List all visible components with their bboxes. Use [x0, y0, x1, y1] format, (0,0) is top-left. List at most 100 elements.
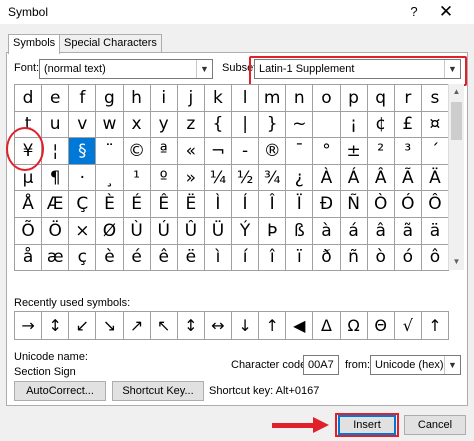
- recent-symbol-cell[interactable]: ↓: [232, 312, 260, 340]
- symbol-cell[interactable]: ¹: [123, 164, 151, 192]
- symbol-cell[interactable]: Ü: [204, 217, 232, 245]
- symbol-cell[interactable]: É: [123, 191, 151, 218]
- symbol-cell[interactable]: È: [96, 191, 124, 218]
- symbol-cell[interactable]: á: [340, 217, 368, 245]
- symbol-cell[interactable]: ï: [286, 244, 314, 272]
- tab-special-characters[interactable]: Special Characters: [59, 34, 162, 52]
- symbol-cell[interactable]: e: [42, 85, 70, 112]
- symbol-cell[interactable]: ¶: [42, 164, 70, 192]
- recent-symbol-cell[interactable]: ↗: [123, 312, 151, 340]
- symbol-cell[interactable]: ò: [367, 244, 395, 272]
- symbol-cell[interactable]: ×: [69, 217, 97, 245]
- symbol-cell[interactable]: ê: [150, 244, 178, 272]
- symbol-cell[interactable]: Ý: [232, 217, 260, 245]
- tab-symbols[interactable]: Symbols: [8, 34, 61, 54]
- symbol-cell[interactable]: ©: [123, 138, 151, 165]
- symbol-cell[interactable]: s: [421, 85, 449, 112]
- symbol-cell[interactable]: ç: [69, 244, 97, 272]
- recent-symbol-cell[interactable]: Ω: [340, 312, 368, 340]
- recent-symbol-cell[interactable]: →: [15, 312, 43, 340]
- symbol-cell[interactable]: v: [69, 111, 97, 139]
- symbol-grid[interactable]: d e f g h i j k l m n o p q r s t u v w x y z{|} ~ ¡ ¢ £ ¤ ¥ ¦ § ¨ © ª «¬ -…: [14, 84, 449, 272]
- symbol-cell[interactable]: ¸: [96, 164, 124, 192]
- symbol-cell[interactable]: r: [394, 85, 422, 112]
- symbol-cell[interactable]: w: [96, 111, 124, 139]
- recent-symbol-cell[interactable]: ↙: [69, 312, 97, 340]
- symbol-cell[interactable]: ¨: [96, 138, 124, 165]
- recent-symbol-cell[interactable]: √: [394, 312, 422, 340]
- symbol-cell[interactable]: n: [286, 85, 314, 112]
- symbol-cell[interactable]: Â: [367, 164, 395, 192]
- symbol-cell[interactable]: Í: [232, 191, 260, 218]
- symbol-cell[interactable]: í: [232, 244, 260, 272]
- symbol-cell[interactable]: ·: [69, 164, 97, 192]
- symbol-cell[interactable]: ¯: [286, 138, 314, 165]
- symbol-cell[interactable]: ß: [286, 217, 314, 245]
- symbol-cell[interactable]: x: [123, 111, 151, 139]
- cancel-button[interactable]: Cancel: [404, 415, 466, 435]
- symbol-cell[interactable]: «: [177, 138, 205, 165]
- symbol-cell[interactable]: Õ: [15, 217, 43, 245]
- recent-symbol-cell[interactable]: ↘: [96, 312, 124, 340]
- symbol-cell[interactable]: ¢: [367, 111, 395, 139]
- symbol-cell[interactable]: Ñ: [340, 191, 368, 218]
- symbol-cell[interactable]: z: [177, 111, 205, 139]
- symbol-cell[interactable]: Å: [15, 191, 43, 218]
- symbol-cell[interactable]: i: [150, 85, 178, 112]
- symbol-cell[interactable]: Ì: [204, 191, 232, 218]
- symbol-cell[interactable]: £: [394, 111, 422, 139]
- recent-symbol-cell[interactable]: ↕: [177, 312, 205, 340]
- symbol-cell[interactable]: â: [367, 217, 395, 245]
- scroll-up-icon[interactable]: ▲: [449, 84, 464, 100]
- symbol-cell[interactable]: Æ: [42, 191, 70, 218]
- from-select[interactable]: Unicode (hex) ▼: [370, 355, 461, 375]
- symbol-cell[interactable]: y: [150, 111, 178, 139]
- symbol-cell[interactable]: Ô: [421, 191, 449, 218]
- recent-symbol-cell[interactable]: ↑: [421, 312, 449, 340]
- symbol-cell[interactable]: °: [313, 138, 341, 165]
- symbol-cell[interactable]: d: [15, 85, 43, 112]
- symbol-cell[interactable]: ²: [367, 138, 395, 165]
- recent-symbol-cell[interactable]: ↕: [42, 312, 70, 340]
- symbol-cell[interactable]: j: [177, 85, 205, 112]
- symbol-cell[interactable]: »: [177, 164, 205, 192]
- symbol-cell[interactable]: ó: [394, 244, 422, 272]
- symbol-cell[interactable]: Á: [340, 164, 368, 192]
- recent-symbol-cell[interactable]: ↑: [259, 312, 287, 340]
- symbol-cell[interactable]: ¾: [259, 164, 287, 192]
- symbol-cell[interactable]: é: [123, 244, 151, 272]
- symbol-cell[interactable]: ì: [204, 244, 232, 272]
- symbol-cell[interactable]: Ù: [123, 217, 151, 245]
- help-button[interactable]: ?: [404, 2, 424, 22]
- recent-symbol-cell[interactable]: ↔: [204, 312, 232, 340]
- symbol-cell[interactable]: Î: [259, 191, 287, 218]
- symbol-cell[interactable]: ¡: [340, 111, 368, 139]
- symbol-grid-scrollbar[interactable]: ▲ ▼: [448, 84, 464, 270]
- symbol-cell[interactable]: Ð: [313, 191, 341, 218]
- symbol-cell[interactable]: ë: [177, 244, 205, 272]
- symbol-cell[interactable]: ¦: [42, 138, 70, 165]
- symbol-cell[interactable]: k: [204, 85, 232, 112]
- recent-symbol-cell[interactable]: ◀: [286, 312, 314, 340]
- symbol-cell[interactable]: ~: [286, 111, 314, 139]
- symbol-cell[interactable]: ¬: [204, 138, 232, 165]
- symbol-cell[interactable]: å: [15, 244, 43, 272]
- symbol-cell[interactable]: ¿: [286, 164, 314, 192]
- scroll-down-icon[interactable]: ▼: [449, 254, 464, 270]
- symbol-cell[interactable]: ±: [340, 138, 368, 165]
- recent-symbol-cell[interactable]: Δ: [313, 312, 341, 340]
- shortcut-key-button[interactable]: Shortcut Key...: [112, 381, 204, 401]
- symbol-cell[interactable]: Û: [177, 217, 205, 245]
- symbol-cell[interactable]: Þ: [259, 217, 287, 245]
- symbol-cell[interactable]: ¤: [421, 111, 449, 139]
- symbol-cell[interactable]: §: [69, 138, 97, 165]
- font-select[interactable]: (normal text) ▼: [39, 59, 213, 79]
- symbol-cell[interactable]: |: [232, 111, 260, 139]
- symbol-cell[interactable]: ¼: [204, 164, 232, 192]
- symbol-cell[interactable]: ã: [394, 217, 422, 245]
- symbol-cell[interactable]: [313, 111, 341, 139]
- symbol-cell[interactable]: ³: [394, 138, 422, 165]
- symbol-cell[interactable]: Ç: [69, 191, 97, 218]
- symbol-cell[interactable]: m: [259, 85, 287, 112]
- symbol-cell[interactable]: Ø: [96, 217, 124, 245]
